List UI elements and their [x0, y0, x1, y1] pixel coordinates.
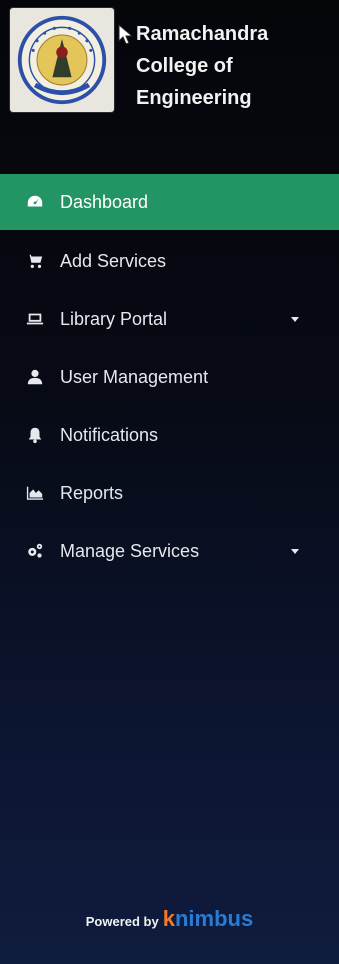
sidebar-item-manage-services[interactable]: Manage Services — [0, 522, 339, 580]
powered-by-label: Powered by — [85, 914, 159, 929]
sidebar-item-label: Add Services — [60, 250, 167, 271]
college-name: Ramachandra College of Engineering — [136, 18, 306, 114]
laptop-icon — [24, 310, 46, 328]
sidebar-item-label: Reports — [60, 482, 124, 503]
sidebar-item-library-portal[interactable]: Library Portal — [0, 290, 339, 348]
sidebar-item-reports[interactable]: Reports — [0, 464, 339, 522]
sidebar-item-label: Manage Services — [60, 540, 200, 561]
cogs-icon — [24, 542, 46, 560]
user-icon — [24, 368, 46, 386]
college-name-line3: Engineering — [136, 87, 252, 109]
mouse-cursor-icon — [118, 24, 134, 45]
sidebar-item-label: Notifications — [60, 424, 159, 445]
brand: Ramachandra College of Engineering — [10, 8, 306, 114]
chevron-down-icon[interactable] — [291, 549, 299, 554]
sidebar-item-label: Dashboard — [60, 191, 149, 212]
powered-by-footer[interactable]: Powered by k nimbus — [0, 906, 339, 932]
cart-icon — [24, 252, 46, 270]
sidebar-item-add-services[interactable]: Add Services — [0, 232, 339, 290]
knimbus-logo-k: k — [162, 906, 175, 931]
sidebar-nav: Dashboard Add Services Library Portal Us… — [0, 174, 339, 580]
college-seal-icon — [17, 15, 107, 105]
bell-icon — [24, 426, 46, 444]
area-chart-icon — [24, 484, 46, 502]
chevron-down-icon[interactable] — [291, 317, 299, 322]
sidebar-item-notifications[interactable]: Notifications — [0, 406, 339, 464]
college-name-line1: Ramachandra — [136, 23, 269, 45]
sidebar: Ramachandra College of Engineering Dashb… — [0, 0, 339, 964]
sidebar-item-user-management[interactable]: User Management — [0, 348, 339, 406]
sidebar-item-label: Library Portal — [60, 308, 168, 329]
college-name-line2: College of — [136, 55, 233, 77]
sidebar-item-dashboard[interactable]: Dashboard — [0, 174, 339, 230]
college-logo[interactable] — [10, 8, 114, 112]
sidebar-item-label: User Management — [60, 366, 209, 387]
dashboard-icon — [24, 193, 46, 211]
knimbus-logo-text: nimbus — [174, 906, 254, 931]
